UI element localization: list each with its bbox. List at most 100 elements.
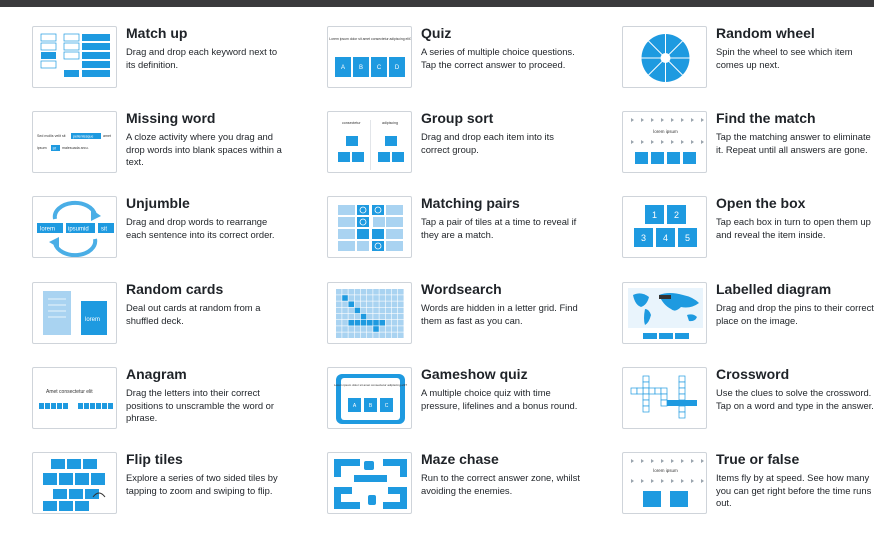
template-title: Match up — [126, 25, 188, 41]
flip-tiles-thumbnail — [32, 452, 117, 514]
template-card-true-or-false[interactable]: lorem ipsum True or false Items fly by a… — [622, 451, 874, 536]
template-title: Maze chase — [421, 451, 499, 467]
template-title: Open the box — [716, 195, 806, 211]
template-card-quiz[interactable]: Lorem ipsum dolor sit amet consectetur a… — [327, 25, 617, 110]
template-title: Labelled diagram — [716, 281, 832, 297]
template-title: Matching pairs — [421, 195, 520, 211]
open-the-box-thumbnail: 1 2 3 4 5 — [622, 196, 707, 258]
template-title: Flip tiles — [126, 451, 183, 467]
template-description: Tap the matching answer to eliminate it.… — [716, 131, 871, 155]
random-cards-thumbnail: lorem — [32, 282, 117, 344]
true-false-word: lorem ipsum — [653, 468, 678, 473]
template-card-random-cards[interactable]: lorem Random cards Deal out cards at ran… — [32, 281, 322, 366]
template-description: Drag and drop the pins to their correct … — [716, 302, 874, 326]
template-title: Wordsearch — [421, 281, 502, 297]
missing-line1-text: Sed mollis velit sit — [37, 134, 66, 138]
template-description: A multiple choice quiz with time pressur… — [421, 387, 578, 411]
template-card-wordsearch[interactable]: Wordsearch Words are hidden in a letter … — [327, 281, 617, 366]
random-wheel-thumbnail — [622, 26, 707, 88]
template-description: A series of multiple choice questions. T… — [421, 46, 575, 70]
missing-word1-text: pellentesque — [73, 135, 93, 139]
template-card-open-the-box[interactable]: 1 2 3 4 5 Open the box Tap each box in t… — [622, 195, 874, 280]
template-card-crossword[interactable]: Crossword Use the clues to solve the cro… — [622, 366, 874, 451]
template-title: True or false — [716, 451, 800, 467]
missing-line2-start-text: ipsum — [37, 146, 47, 150]
template-grid: Match up Drag and drop each keyword next… — [0, 0, 874, 529]
template-card-anagram[interactable]: Amet consectetur elit Anagram Drag the l… — [32, 366, 322, 451]
template-description: Drag and drop words to rearrange each se… — [126, 216, 275, 240]
quiz-question-text: Lorem ipsum dolor sit amet consectetur a… — [329, 37, 412, 41]
labelled-diagram-thumbnail — [622, 282, 707, 344]
template-description: Deal out cards at random from a shuffled… — [126, 302, 261, 326]
gameshow-question-text: Lorem ipsum dolor sit amet consectetur a… — [334, 383, 407, 387]
template-description: Spin the wheel to see which item comes u… — [716, 46, 853, 70]
quiz-option-b: B — [359, 65, 363, 71]
box-number-2: 2 — [674, 210, 679, 220]
template-title: Anagram — [126, 366, 187, 382]
gameshow-option-c: C — [385, 403, 389, 409]
template-description: Run to the correct answer zone, whilst a… — [421, 472, 580, 496]
box-number-4: 4 — [663, 233, 668, 243]
unjumble-word-3: sit — [101, 227, 107, 233]
gameshow-quiz-thumbnail: Lorem ipsum dolor sit amet consectetur a… — [327, 367, 412, 429]
box-number-1: 1 — [652, 210, 657, 220]
group-sort-thumbnail: consectetur adipiscing — [327, 111, 412, 173]
group-left-label: consectetur — [342, 121, 361, 125]
group-right-label: adipiscing — [382, 121, 398, 125]
anagram-phrase: Amet consectetur elit — [46, 389, 93, 395]
matching-pairs-thumbnail — [327, 196, 412, 258]
random-card-word: lorem — [85, 317, 100, 323]
template-title: Group sort — [421, 110, 494, 126]
match-up-thumbnail — [32, 26, 117, 88]
template-title: Crossword — [716, 366, 790, 382]
template-title: Missing word — [126, 110, 216, 126]
template-card-match-up[interactable]: Match up Drag and drop each keyword next… — [32, 25, 322, 110]
template-title: Quiz — [421, 25, 452, 41]
missing-line2-end-text: malesuada arcu. — [62, 146, 89, 150]
template-description: Drag and drop each item into its correct… — [421, 131, 554, 155]
true-or-false-thumbnail: lorem ipsum — [622, 452, 707, 514]
template-card-matching-pairs[interactable]: Matching pairs Tap a pair of tiles at a … — [327, 195, 617, 280]
template-title: Gameshow quiz — [421, 366, 528, 382]
missing-word2-text: sit — [53, 147, 57, 151]
template-title: Random cards — [126, 281, 224, 297]
template-card-missing-word[interactable]: Sed mollis velit sit pellentesque amet i… — [32, 110, 322, 195]
anagram-thumbnail: Amet consectetur elit — [32, 367, 117, 429]
template-card-group-sort[interactable]: consectetur adipiscing Group sort Drag a… — [327, 110, 617, 195]
template-card-labelled-diagram[interactable]: Labelled diagram Drag and drop the pins … — [622, 281, 874, 366]
quiz-thumbnail: Lorem ipsum dolor sit amet consectetur a… — [327, 26, 412, 88]
template-description: Use the clues to solve the crossword. Ta… — [716, 387, 874, 411]
template-description: Explore a series of two sided tiles by t… — [126, 472, 278, 496]
template-description: Items fly by at speed. See how many you … — [716, 472, 872, 508]
template-card-find-the-match[interactable]: lorem ipsum Find the match Tap the match… — [622, 110, 874, 195]
template-card-flip-tiles[interactable]: Flip tiles Explore a series of two sided… — [32, 451, 322, 536]
template-description: Words are hidden in a letter grid. Find … — [421, 302, 578, 326]
template-title: Find the match — [716, 110, 816, 126]
crossword-thumbnail — [622, 367, 707, 429]
template-card-gameshow-quiz[interactable]: Lorem ipsum dolor sit amet consectetur a… — [327, 366, 617, 451]
template-card-unjumble[interactable]: lorem ipsumid sit Unjumble Drag and drop… — [32, 195, 322, 280]
find-match-word: lorem ipsum — [653, 129, 678, 134]
unjumble-thumbnail: lorem ipsumid sit — [32, 196, 117, 258]
template-description: Drag the letters into their correct posi… — [126, 387, 274, 423]
template-card-random-wheel[interactable]: Random wheel Spin the wheel to see which… — [622, 25, 874, 110]
find-the-match-thumbnail: lorem ipsum — [622, 111, 707, 173]
template-description: Drag and drop each keyword next to its d… — [126, 46, 278, 70]
wordsearch-thumbnail — [327, 282, 412, 344]
missing-word-thumbnail: Sed mollis velit sit pellentesque amet i… — [32, 111, 117, 173]
unjumble-word-1: lorem — [40, 227, 55, 233]
box-number-3: 3 — [641, 233, 646, 243]
missing-line1-end-text: amet — [103, 134, 111, 138]
quiz-option-d: D — [395, 65, 400, 71]
maze-chase-thumbnail — [327, 452, 412, 514]
template-title: Random wheel — [716, 25, 815, 41]
box-number-5: 5 — [685, 233, 690, 243]
template-description: Tap a pair of tiles at a time to reveal … — [421, 216, 577, 240]
template-card-maze-chase[interactable]: Maze chase Run to the correct answer zon… — [327, 451, 617, 536]
unjumble-word-2: ipsumid — [68, 227, 89, 233]
quiz-option-a: A — [341, 65, 345, 71]
template-description: A cloze activity where you drag and drop… — [126, 131, 282, 167]
template-title: Unjumble — [126, 195, 190, 211]
template-description: Tap each box in turn to open them up and… — [716, 216, 871, 240]
quiz-option-c: C — [377, 65, 382, 71]
